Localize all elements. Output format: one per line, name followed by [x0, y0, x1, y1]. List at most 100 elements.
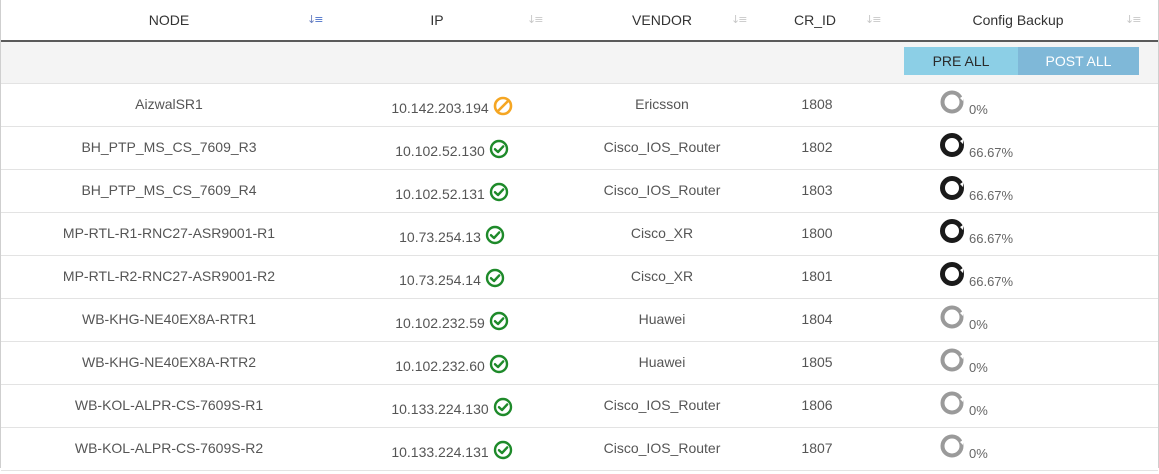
config-backup-cell: 66.67% — [939, 213, 1089, 255]
cr-id: 1803 — [801, 182, 833, 198]
progress-ring-icon — [940, 176, 964, 201]
column-header-vendor[interactable]: VENDOR — [567, 0, 757, 40]
vendor-name: Cisco_XR — [630, 268, 694, 284]
ip-address: 10.102.232.59 — [395, 315, 485, 331]
progress-ring-icon — [940, 391, 964, 415]
check-circle-icon — [493, 441, 512, 460]
column-header-ip[interactable]: IP — [337, 0, 537, 40]
backup-percentage: 0% — [969, 403, 988, 418]
table-row[interactable]: BH_PTP_MS_CS_7609_R3 10.102.52.130 Cisco_I… — [1, 127, 1158, 170]
ip-cell: 10.73.254.13 — [337, 213, 567, 255]
table-row[interactable]: MP-RTL-R1-RNC27-ASR9001-R1 10.73.254.13 Ci… — [1, 213, 1158, 256]
backup-percentage: 66.67% — [969, 231, 1014, 246]
sort-active-icon[interactable]: ↓≡ — [307, 13, 324, 27]
cr-id: 1801 — [801, 268, 833, 284]
node-name: WB-KHG-NE40EX8A-RTR2 — [81, 354, 256, 370]
backup-percentage: 0% — [969, 360, 988, 375]
table-row[interactable]: AizwalSR1 10.142.203.194 Ericsson 1808 0% — [1, 84, 1158, 127]
cr-id: 1800 — [801, 225, 833, 241]
sort-icon[interactable]: ↓≡ — [731, 13, 747, 27]
pre-all-button[interactable]: PRE ALL — [904, 47, 1018, 75]
ip-cell: 10.102.232.60 — [337, 342, 567, 384]
table-row[interactable]: BH_PTP_MS_CS_7609_R4 10.102.52.131 Cisco_I… — [1, 170, 1158, 213]
ip-cell: 10.102.52.130 — [337, 127, 567, 169]
cr-id: 1807 — [801, 440, 833, 456]
progress-ring-icon — [940, 262, 964, 287]
node-name: MP-RTL-R2-RNC27-ASR9001-R2 — [62, 268, 276, 284]
backup-percentage: 0% — [969, 102, 988, 117]
vendor-name: Cisco_IOS_Router — [603, 139, 721, 155]
check-circle-icon — [489, 312, 508, 331]
progress-ring-icon — [940, 434, 964, 458]
progress-ring-icon — [940, 90, 964, 114]
ip-address: 10.133.224.130 — [391, 401, 489, 417]
ip-cell: 10.73.254.14 — [337, 256, 567, 298]
node-name: WB-KOL-ALPR-CS-7609S-R2 — [74, 440, 264, 456]
table-row[interactable]: WB-KHG-NE40EX8A-RTR2 10.102.232.60 Huawei 1… — [1, 342, 1158, 385]
ip-address: 10.102.52.130 — [395, 143, 485, 159]
table-row[interactable]: MP-RTL-R2-RNC27-ASR9001-R2 10.73.254.14 Ci… — [1, 256, 1158, 299]
column-header-label: NODE — [148, 12, 190, 28]
sort-icon[interactable]: ↓≡ — [865, 13, 881, 27]
ip-address: 10.73.254.13 — [399, 229, 481, 245]
node-name: BH_PTP_MS_CS_7609_R4 — [81, 182, 257, 198]
config-backup-cell: 0% — [939, 342, 1089, 384]
node-name: WB-KOL-ALPR-CS-7609S-R1 — [74, 397, 264, 413]
cr-id: 1802 — [801, 139, 833, 155]
backup-percentage: 0% — [969, 317, 988, 332]
ip-address: 10.73.254.14 — [399, 272, 481, 288]
node-name: AizwalSR1 — [135, 96, 203, 112]
ip-address: 10.142.203.194 — [391, 100, 489, 116]
vendor-name: Ericsson — [635, 96, 689, 112]
action-bar: PRE ALL POST ALL — [1, 42, 1158, 84]
node-name: BH_PTP_MS_CS_7609_R3 — [81, 139, 257, 155]
node-name: WB-KHG-NE40EX8A-RTR1 — [81, 311, 256, 327]
table-row[interactable]: WB-KOL-ALPR-CS-7609S-R2 10.133.224.131 Cis… — [1, 428, 1158, 471]
ip-cell: 10.102.232.59 — [337, 299, 567, 341]
config-backup-cell: 66.67% — [939, 170, 1089, 212]
backup-percentage: 0% — [969, 446, 988, 461]
table-row[interactable]: WB-KHG-NE40EX8A-RTR1 10.102.232.59 Huawei 1… — [1, 299, 1158, 342]
config-backup-cell: 0% — [939, 84, 1089, 126]
table-row[interactable]: WB-KOL-ALPR-CS-7609S-R1 10.133.224.130 Cis… — [1, 385, 1158, 428]
ip-cell: 10.133.224.131 — [337, 428, 567, 470]
backup-percentage: 66.67% — [969, 188, 1014, 203]
config-backup-cell: 0% — [939, 428, 1089, 470]
sort-icon[interactable]: ↓≡ — [527, 13, 543, 27]
progress-ring-icon — [940, 348, 964, 372]
vendor-name: Huawei — [638, 354, 686, 370]
vendor-name: Huawei — [638, 311, 686, 327]
ip-address: 10.133.224.131 — [391, 444, 489, 460]
ip-cell: 10.142.203.194 — [337, 84, 567, 126]
progress-ring-icon — [940, 305, 964, 329]
node-table: NODE ↓≡ IP ↓≡ VENDOR ↓≡ CR_ID ↓≡ Config … — [0, 0, 1159, 471]
node-name: MP-RTL-R1-RNC27-ASR9001-R1 — [62, 225, 276, 241]
cr-id: 1806 — [801, 397, 833, 413]
ip-address: 10.102.52.131 — [395, 186, 485, 202]
check-circle-icon — [489, 140, 508, 159]
cr-id: 1804 — [801, 311, 833, 327]
blocked-icon — [493, 96, 512, 116]
column-header-crid[interactable]: CR_ID — [757, 0, 873, 40]
column-header-label: CR_ID — [793, 12, 836, 28]
config-backup-cell: 66.67% — [939, 256, 1089, 298]
column-header-config-backup[interactable]: Config Backup — [901, 0, 1135, 40]
column-header-node[interactable]: NODE — [1, 0, 337, 40]
backup-percentage: 66.67% — [969, 274, 1014, 289]
vendor-name: Cisco_IOS_Router — [603, 440, 721, 456]
check-circle-icon — [485, 269, 505, 288]
vendor-name: Cisco_IOS_Router — [603, 182, 721, 198]
progress-ring-icon — [940, 219, 964, 244]
sort-icon[interactable]: ↓≡ — [1125, 13, 1141, 27]
check-circle-icon — [493, 398, 512, 417]
check-circle-icon — [485, 226, 505, 245]
ip-cell: 10.102.52.131 — [337, 170, 567, 212]
table-header: NODE ↓≡ IP ↓≡ VENDOR ↓≡ CR_ID ↓≡ Config … — [1, 0, 1158, 42]
ip-address: 10.102.232.60 — [395, 358, 485, 374]
column-header-label: IP — [430, 12, 444, 28]
column-header-label: VENDOR — [632, 12, 692, 28]
column-header-label: Config Backup — [972, 12, 1064, 28]
cr-id: 1805 — [801, 354, 833, 370]
config-backup-cell: 66.67% — [939, 127, 1089, 169]
post-all-button[interactable]: POST ALL — [1018, 47, 1139, 75]
